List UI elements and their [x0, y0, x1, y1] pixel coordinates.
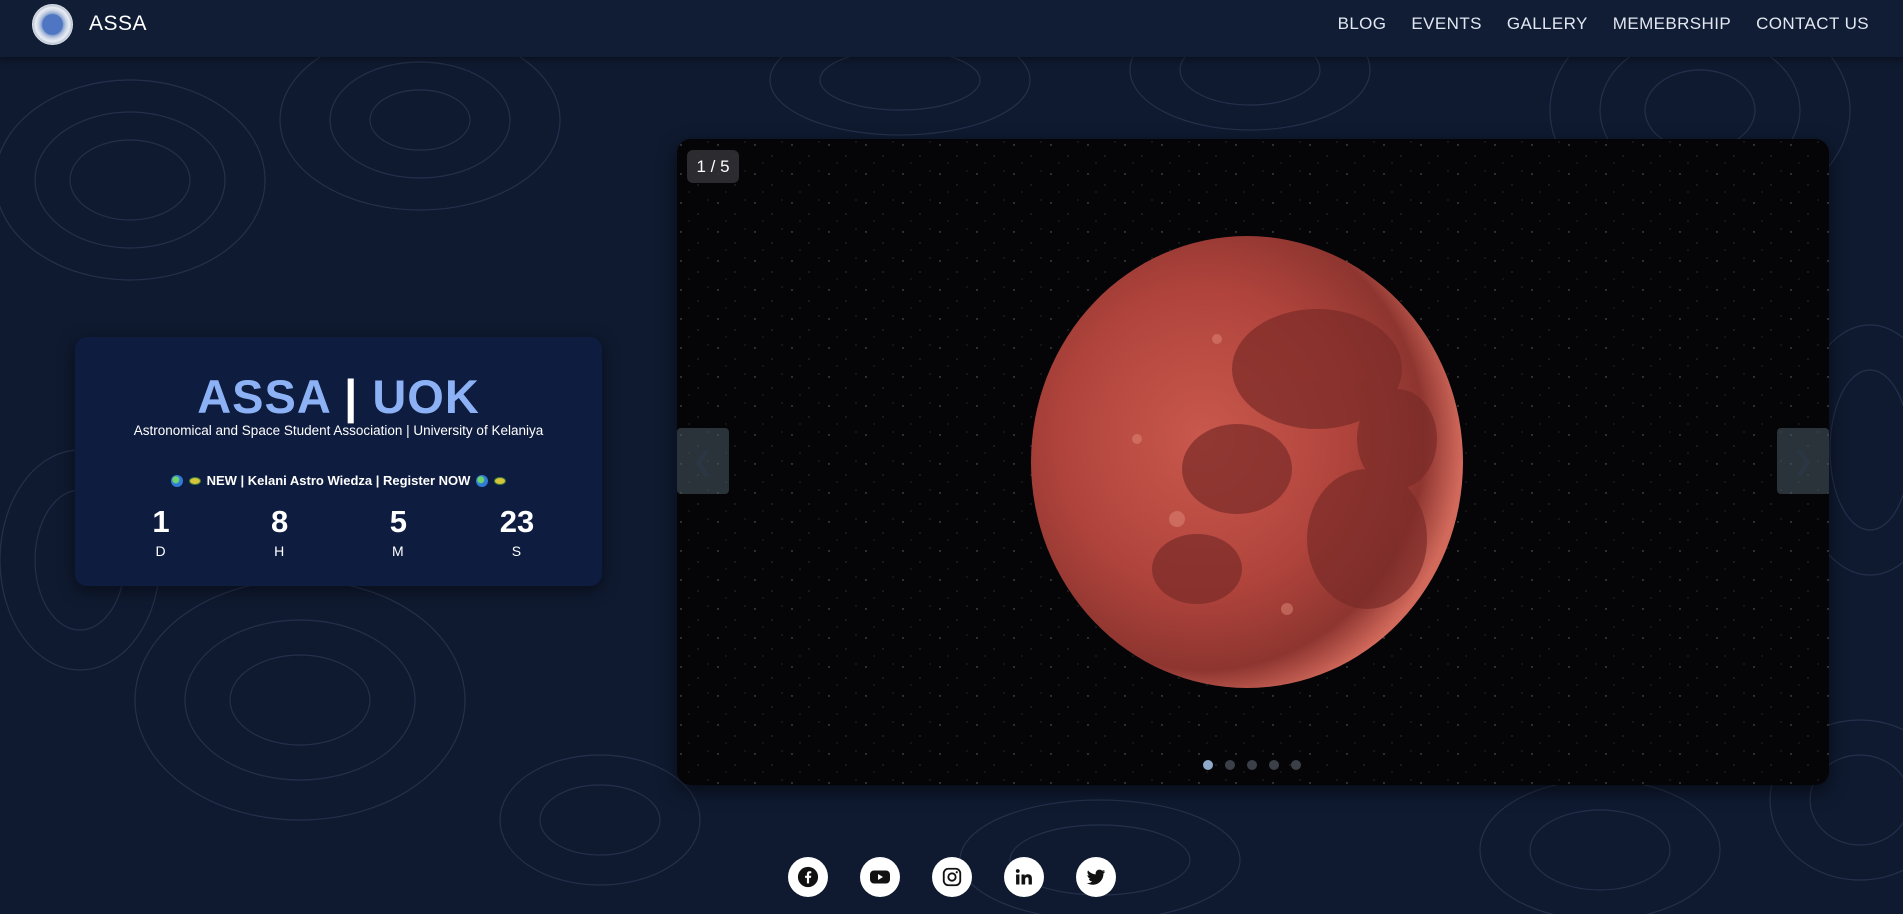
- top-navbar: ASSA BLOG EVENTS GALLERY MEMEBRSHIP CONT…: [0, 0, 1903, 57]
- youtube-icon: [870, 870, 890, 884]
- twitter-icon: [1086, 869, 1106, 885]
- announcement-text[interactable]: NEW | Kelani Astro Wiedza | Register NOW: [207, 473, 471, 488]
- countdown-seconds-value: 23: [499, 504, 535, 539]
- facebook-icon: [797, 866, 819, 888]
- nav-links: BLOG EVENTS GALLERY MEMEBRSHIP CONTACT U…: [1338, 0, 1869, 48]
- countdown-hours-value: 8: [271, 504, 289, 539]
- countdown-minutes-label: M: [391, 543, 405, 560]
- slide-image-red-moon: [677, 139, 1829, 785]
- countdown-days-value: 1: [152, 504, 170, 539]
- comet-icon: [494, 476, 507, 485]
- slider-dot-5[interactable]: [1291, 760, 1301, 770]
- instagram-icon: [942, 867, 962, 887]
- countdown-days: 1 D: [131, 504, 191, 560]
- hero-title: ASSA | UOK: [75, 369, 602, 424]
- slider-dot-2[interactable]: [1225, 760, 1235, 770]
- hero-title-assa: ASSA: [197, 370, 331, 423]
- instagram-link[interactable]: [932, 857, 972, 897]
- brand[interactable]: ASSA: [32, 2, 147, 46]
- assa-logo-icon[interactable]: [32, 3, 73, 45]
- facebook-link[interactable]: [788, 857, 828, 897]
- slider-dot-3[interactable]: [1247, 760, 1257, 770]
- slide-counter: 1 / 5: [687, 150, 739, 183]
- hero-title-uok: UOK: [372, 370, 480, 423]
- slider-dots: [1203, 760, 1301, 770]
- countdown-minutes: 5 M: [368, 504, 428, 560]
- social-links: [788, 857, 1116, 897]
- countdown-timer: 1 D 8 H 5 M 23 S: [131, 504, 547, 560]
- twitter-link[interactable]: [1076, 857, 1116, 897]
- countdown-hours: 8 H: [250, 504, 310, 560]
- hero-info-card: ASSA | UOK Astronomical and Space Studen…: [75, 337, 602, 586]
- nav-item-gallery[interactable]: GALLERY: [1507, 14, 1588, 34]
- slider-dot-1[interactable]: [1203, 760, 1213, 770]
- slider-next-button[interactable]: ❯: [1777, 428, 1829, 494]
- comet-icon: [188, 476, 201, 485]
- linkedin-icon: [1015, 869, 1032, 885]
- globe-icon: [476, 474, 489, 487]
- linkedin-link[interactable]: [1004, 857, 1044, 897]
- nav-item-blog[interactable]: BLOG: [1338, 14, 1387, 34]
- image-slider: 1 / 5 ❮ ❯: [677, 139, 1829, 785]
- slider-prev-button[interactable]: ❮: [677, 428, 729, 494]
- countdown-hours-label: H: [274, 543, 286, 560]
- nav-item-events[interactable]: EVENTS: [1411, 14, 1481, 34]
- brand-name[interactable]: ASSA: [89, 12, 147, 36]
- hero-title-separator: |: [344, 370, 359, 423]
- countdown-days-label: D: [155, 543, 167, 560]
- hero-subtitle: Astronomical and Space Student Associati…: [133, 423, 544, 438]
- countdown-seconds: 23 S: [487, 504, 547, 560]
- nav-item-membership[interactable]: MEMEBRSHIP: [1613, 14, 1731, 34]
- globe-icon: [170, 474, 183, 487]
- countdown-seconds-label: S: [511, 543, 523, 560]
- event-announcement[interactable]: NEW | Kelani Astro Wiedza | Register NOW: [75, 473, 602, 488]
- countdown-minutes-value: 5: [389, 504, 407, 539]
- nav-item-contact-us[interactable]: CONTACT US: [1756, 14, 1869, 34]
- slider-dot-4[interactable]: [1269, 760, 1279, 770]
- youtube-link[interactable]: [860, 857, 900, 897]
